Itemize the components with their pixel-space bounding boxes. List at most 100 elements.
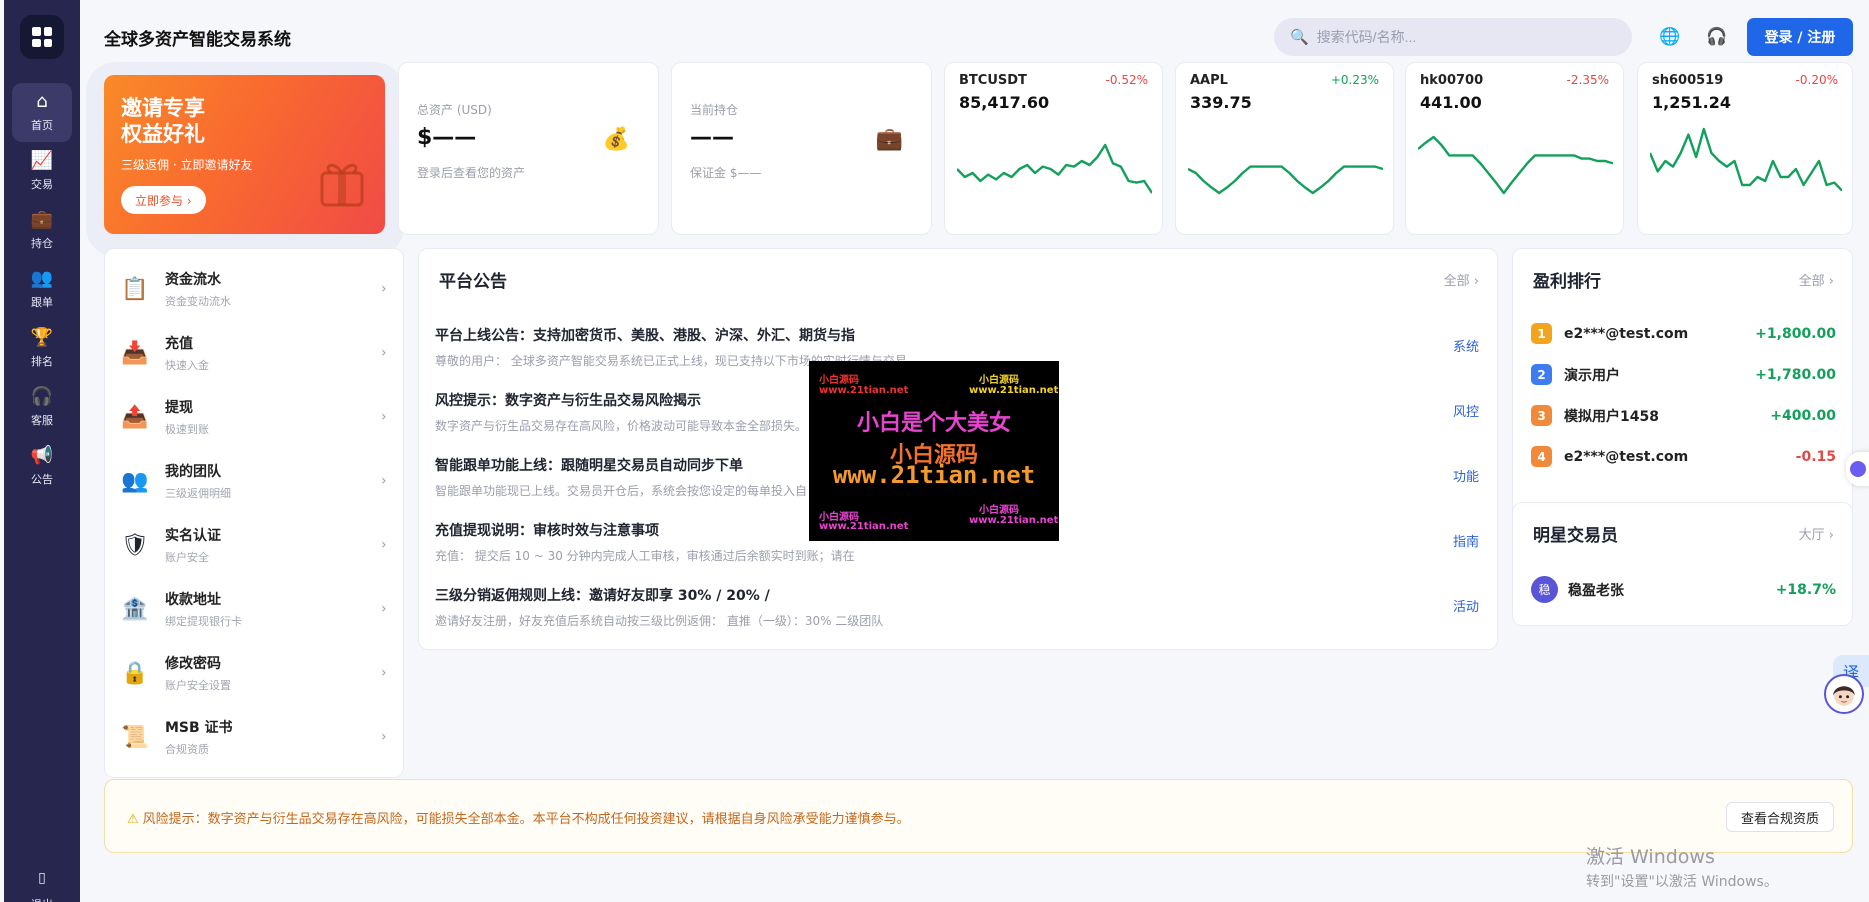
- sidebar-item-4[interactable]: 🏆 排名: [12, 319, 72, 378]
- search-icon: 🔍: [1290, 28, 1309, 46]
- menu-item-title: 收款地址: [165, 592, 221, 608]
- sparkline: [1418, 135, 1613, 195]
- app-logo[interactable]: [20, 15, 64, 59]
- positions-card[interactable]: 当前持仓 —— 保证金 $—— 💼: [671, 62, 932, 235]
- chart-icon: 📈: [30, 150, 54, 171]
- ranking-user: 模拟用户1458: [1564, 408, 1659, 425]
- watermark-text: 小白源码: [819, 375, 859, 386]
- star-traders-hall-link[interactable]: 大厅 ›: [1799, 524, 1834, 543]
- promo-subtitle: 三级返佣 · 立即邀请好友: [121, 158, 253, 172]
- sidebar-item-1[interactable]: 📈 交易: [12, 142, 72, 201]
- sparkline-path: [957, 143, 1152, 194]
- announcement-title: 三级分销返佣规则上线：邀请好友即享 30% / 20% /: [435, 588, 770, 604]
- chevron-right-icon: ›: [381, 729, 387, 745]
- headset-icon: 🎧: [1706, 27, 1728, 47]
- watermark-text: www.21tian.net: [819, 385, 909, 396]
- language-button[interactable]: 🌐: [1653, 20, 1687, 54]
- ledger-icon: 📋: [121, 276, 149, 302]
- ticker-price: 85,417.60: [959, 93, 1050, 112]
- stat-value: $——: [417, 125, 477, 150]
- chevron-right-icon: ›: [381, 665, 387, 681]
- announcement-tag: 系统: [1452, 340, 1479, 355]
- stat-label: 总资产 (USD): [417, 103, 492, 117]
- watermark-text: www.21tian.net: [969, 515, 1059, 526]
- total-assets-card[interactable]: 总资产 (USD) $—— 登录后查看您的资产 💰: [398, 62, 659, 235]
- star-trader-row[interactable]: 稳 稳盈老张 +18.7%: [1531, 576, 1836, 603]
- menu-item[interactable]: 📤 提现 极速到账 ›: [105, 385, 405, 449]
- menu-item[interactable]: 👥 我的团队 三级返佣明细 ›: [105, 449, 405, 513]
- sidebar-item-label: 客服: [31, 414, 53, 427]
- menu-item-subtitle: 极速到账: [165, 423, 209, 436]
- support-button[interactable]: 🎧: [1700, 20, 1734, 54]
- grid-logo-icon: [32, 27, 52, 47]
- stat-value: ——: [690, 125, 734, 150]
- ranking-row[interactable]: 2 演示用户 +1,780.00: [1531, 354, 1836, 395]
- ticker-card[interactable]: sh600519 -0.20% 1,251.24: [1637, 62, 1853, 235]
- certificate-icon: 📜: [121, 724, 149, 750]
- assistant-avatar-button[interactable]: [1824, 674, 1864, 714]
- sidebar-item-6[interactable]: 📢 公告: [12, 437, 72, 496]
- ticker-symbol: BTCUSDT: [959, 73, 1027, 88]
- ranking-row[interactable]: 4 e2***@test.com -0.15: [1531, 436, 1836, 477]
- sidebar-item-2[interactable]: 💼 持仓: [12, 201, 72, 260]
- menu-item[interactable]: 📜 MSB 证书 合规资质 ›: [105, 705, 405, 769]
- announcement-item[interactable]: 三级分销返佣规则上线：邀请好友即享 30% / 20% / 邀请好友注册，好友充值…: [435, 585, 1479, 645]
- login-register-button[interactable]: 登录 / 注册: [1747, 18, 1853, 56]
- watermark-text: www.21tian.net: [819, 521, 909, 532]
- ticker-price: 1,251.24: [1652, 93, 1731, 112]
- stat-hint: 登录后查看您的资产: [417, 166, 526, 180]
- sidebar-item-3[interactable]: 👥 跟单: [12, 260, 72, 319]
- risk-text-wrap: ⚠ 风险提示：数字资产与衍生品交易存在高风险，可能损失全部本金。本平台不构成任何投…: [127, 808, 910, 827]
- menu-item-subtitle: 三级返佣明细: [165, 487, 231, 500]
- ticker-symbol: AAPL: [1190, 73, 1228, 88]
- search-input[interactable]: [1316, 29, 1597, 45]
- ranking-user: 演示用户: [1564, 367, 1620, 384]
- rank-badge: 2: [1531, 364, 1552, 385]
- star-traders-panel: 明星交易员 大厅 › 稳 稳盈老张 +18.7%: [1512, 502, 1853, 626]
- floating-chat-tab[interactable]: [1846, 452, 1869, 486]
- ranking-row[interactable]: 1 e2***@test.com +1,800.00: [1531, 313, 1836, 354]
- announcement-title: 平台上线公告：支持加密货币、美股、港股、沪深、外汇、期货与指: [435, 328, 855, 344]
- sparkline-path: [1650, 127, 1842, 192]
- home-icon: ⌂: [36, 91, 48, 112]
- sidebar-item-0[interactable]: ⌂ 首页: [12, 83, 72, 142]
- menu-item[interactable]: 📥 充值 快速入金 ›: [105, 321, 405, 385]
- menu-item-title: 提现: [165, 400, 193, 416]
- menu-item-title: 实名认证: [165, 528, 221, 544]
- watermark-text: www.21tian.net: [969, 385, 1059, 396]
- sidebar-item-label: 公告: [31, 473, 53, 486]
- sparkline-path: [1188, 165, 1383, 195]
- ticker-symbol: hk00700: [1420, 73, 1484, 88]
- ticker-price: 339.75: [1190, 93, 1252, 112]
- gift-icon: [320, 163, 364, 207]
- menu-item[interactable]: 🔒 修改密码 账户安全设置 ›: [105, 641, 405, 705]
- windows-activation-notice: 激活 Windows 转到"设置"以激活 Windows。: [1586, 842, 1778, 891]
- menu-item[interactable]: 📋 资金流水 资金变动流水 ›: [105, 257, 405, 321]
- briefcase-icon: 💼: [875, 127, 903, 152]
- invite-promo-card[interactable]: 邀请专享 权益好礼 三级返佣 · 立即邀请好友 立即参与 ›: [104, 75, 385, 234]
- sparkline: [1188, 165, 1383, 195]
- app-title: 全球多资产智能交易系统: [104, 30, 291, 50]
- bank-icon: 🏦: [121, 596, 149, 622]
- ranking-row[interactable]: 3 模拟用户1458 +400.00: [1531, 395, 1836, 436]
- announcement-tag: 功能: [1452, 470, 1479, 485]
- search-box[interactable]: 🔍: [1274, 18, 1632, 56]
- ticker-card[interactable]: BTCUSDT -0.52% 85,417.60: [944, 62, 1163, 235]
- sparkline: [957, 143, 1152, 194]
- announcements-title: 平台公告: [439, 272, 507, 292]
- ticker-card[interactable]: hk00700 -2.35% 441.00: [1405, 62, 1624, 235]
- announcement-desc: 邀请好友注册，好友充值后系统自动按三级比例返佣： 直推（一级）：30% 二级团队: [435, 614, 884, 628]
- sidebar-item-label: 交易: [31, 178, 53, 191]
- logout-button[interactable]: ▯ 退出: [12, 870, 72, 902]
- promo-join-button[interactable]: 立即参与 ›: [121, 186, 206, 214]
- compliance-button[interactable]: 查看合规资质: [1725, 802, 1834, 832]
- assistant-face-icon: [1833, 685, 1855, 706]
- ranking-all-link[interactable]: 全部 ›: [1799, 270, 1834, 289]
- sparkline: [1650, 127, 1842, 192]
- announcements-all-link[interactable]: 全部 ›: [1444, 270, 1479, 289]
- account-menu: 📋 资金流水 资金变动流水 › 📥 充值 快速入金 › 📤 提现 极速到账 › 👥 我的团队 三级返佣明细 ›…: [104, 248, 404, 778]
- menu-item[interactable]: 🏦 收款地址 绑定提现银行卡 ›: [105, 577, 405, 641]
- ticker-card[interactable]: AAPL +0.23% 339.75: [1175, 62, 1394, 235]
- menu-item[interactable]: 🛡 实名认证 账户安全 ›: [105, 513, 405, 577]
- sidebar-item-5[interactable]: 🎧 客服: [12, 378, 72, 437]
